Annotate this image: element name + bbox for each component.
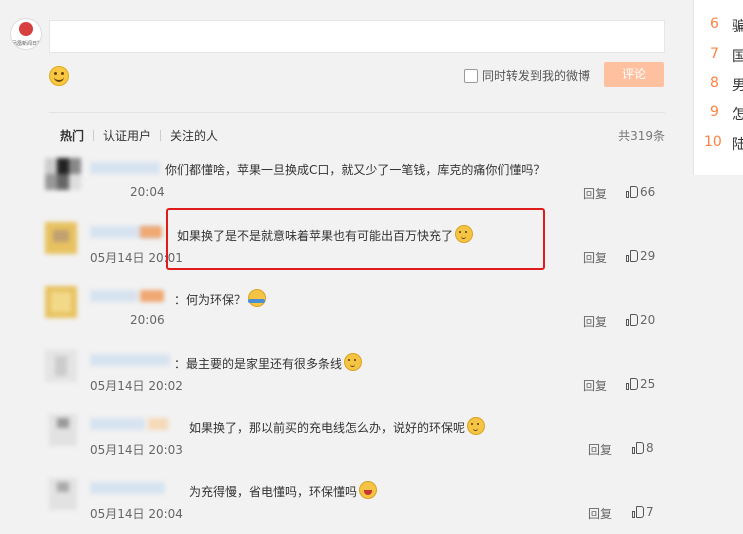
reply-button[interactable]: 回复 [583, 377, 607, 394]
like-count: 66 [640, 185, 656, 199]
commenter-badge [140, 226, 162, 238]
logo-icon [19, 22, 33, 36]
comment-time: 20:04 [130, 185, 165, 199]
comment-item: 为充得慢，省电懂吗，环保懂吗 05月14日 20:04 回复 7 [40, 478, 665, 534]
comment-item: ：最主要的是家里还有很多条线 05月14日 20:02 回复 25 [40, 350, 665, 406]
thumbs-up-icon [626, 378, 638, 390]
like-button[interactable]: 25 [626, 377, 655, 391]
tab-following[interactable]: 关注的人 [170, 127, 218, 144]
hot-rank-number: 9 [710, 104, 719, 120]
cat-emoji-icon [467, 417, 486, 435]
hot-list-item[interactable]: 骗 [732, 16, 743, 36]
total-comment-count: 共319条 [618, 129, 665, 143]
hot-rank-number: 6 [710, 16, 719, 32]
like-count: 7 [646, 505, 654, 519]
comment-text: ：何为环保？ [174, 289, 267, 308]
like-count: 25 [640, 377, 656, 391]
hot-rank-number: 7 [710, 46, 719, 62]
commenter-name[interactable] [90, 290, 138, 302]
thumbs-up-icon [626, 250, 638, 262]
tab-separator [93, 130, 95, 141]
hot-rank-number: 8 [710, 75, 719, 91]
thumbs-up-icon [626, 314, 638, 326]
hot-list-item[interactable]: 陆 [732, 134, 743, 154]
commenter-avatar[interactable] [45, 414, 77, 446]
like-count: 29 [640, 249, 656, 263]
hug-emoji-icon [248, 289, 267, 307]
current-user-avatar[interactable]: 凤凰新闻日报 [10, 18, 42, 50]
comment-time: 05月14日 20:02 [90, 379, 183, 393]
divider [49, 112, 665, 113]
commenter-avatar[interactable] [45, 350, 77, 382]
comment-text: ：最主要的是家里还有很多条线 [174, 353, 363, 372]
reply-button[interactable]: 回复 [583, 185, 607, 202]
commenter-badge [140, 290, 164, 302]
comment-time: 05月14日 20:04 [90, 507, 183, 521]
thumbs-up-icon [632, 506, 644, 518]
commenter-avatar[interactable] [45, 222, 77, 254]
commenter-name[interactable] [90, 162, 160, 174]
post-comment-button[interactable]: 评论 [604, 62, 664, 87]
comment-text: 如果换了，那以前买的充电线怎么办，说好的环保呢 [189, 417, 486, 436]
comment-item: 你们都懂啥，苹果一旦换成C口，就又少了一笔钱，库克的痛你们懂吗？ 20:04 回… [40, 158, 665, 214]
tab-verified-users[interactable]: 认证用户 [103, 127, 151, 144]
reply-button[interactable]: 回复 [588, 505, 612, 522]
highlight-annotation [166, 208, 545, 270]
emoji-picker-icon[interactable] [49, 66, 69, 86]
thumbs-up-icon [632, 442, 644, 454]
cat-emoji-icon [344, 353, 363, 371]
reply-button[interactable]: 回复 [583, 313, 607, 330]
hot-list-item[interactable]: 怎 [732, 104, 743, 124]
like-button[interactable]: 8 [632, 441, 654, 455]
tab-separator [160, 130, 162, 141]
repost-option[interactable]: 同时转发到我的微博 [464, 67, 590, 84]
hot-list-panel: 6 骗 7 国 8 男 9 怎 10 陆 [693, 0, 743, 175]
reply-button[interactable]: 回复 [583, 249, 607, 266]
comment-time: 20:06 [130, 313, 165, 327]
hot-rank-number: 10 [704, 134, 722, 150]
commenter-avatar[interactable] [45, 286, 77, 318]
like-button[interactable]: 20 [626, 313, 655, 327]
hot-list-item[interactable]: 国 [732, 46, 743, 66]
comment-time: 05月14日 20:03 [90, 443, 183, 457]
commenter-avatar[interactable] [45, 478, 77, 510]
commenter-name[interactable] [90, 482, 165, 494]
laugh-emoji-icon [359, 481, 378, 499]
comment-text: 你们都懂啥，苹果一旦换成C口，就又少了一笔钱，库克的痛你们懂吗？ [165, 163, 546, 177]
commenter-name[interactable] [90, 418, 145, 430]
commenter-badge [148, 418, 168, 430]
commenter-name[interactable] [90, 354, 170, 366]
comment-item: 如果换了，那以前买的充电线怎么办，说好的环保呢 05月14日 20:03 回复 … [40, 414, 665, 470]
like-button[interactable]: 7 [632, 505, 654, 519]
like-count: 8 [646, 441, 654, 455]
like-button[interactable]: 29 [626, 249, 655, 263]
comment-section: 凤凰新闻日报 同时转发到我的微博 评论 热门 认证用户 关注的人 共319条 你… [0, 0, 680, 528]
comment-item: ：何为环保？ 20:06 回复 20 [40, 286, 665, 342]
repost-checkbox[interactable] [464, 68, 478, 83]
comment-filter-tabs: 热门 认证用户 关注的人 [60, 127, 218, 144]
comment-text: 为充得慢，省电懂吗，环保懂吗 [189, 481, 378, 500]
like-button[interactable]: 66 [626, 185, 655, 199]
reply-button[interactable]: 回复 [588, 441, 612, 458]
like-count: 20 [640, 313, 656, 327]
avatar-logo-text: 凤凰新闻日报 [12, 41, 42, 47]
comment-input[interactable] [49, 20, 665, 53]
repost-label: 同时转发到我的微博 [482, 69, 591, 83]
tab-hot[interactable]: 热门 [60, 127, 84, 144]
hot-list-item[interactable]: 男 [732, 75, 743, 95]
thumbs-up-icon [626, 186, 638, 198]
commenter-avatar[interactable] [45, 158, 81, 190]
